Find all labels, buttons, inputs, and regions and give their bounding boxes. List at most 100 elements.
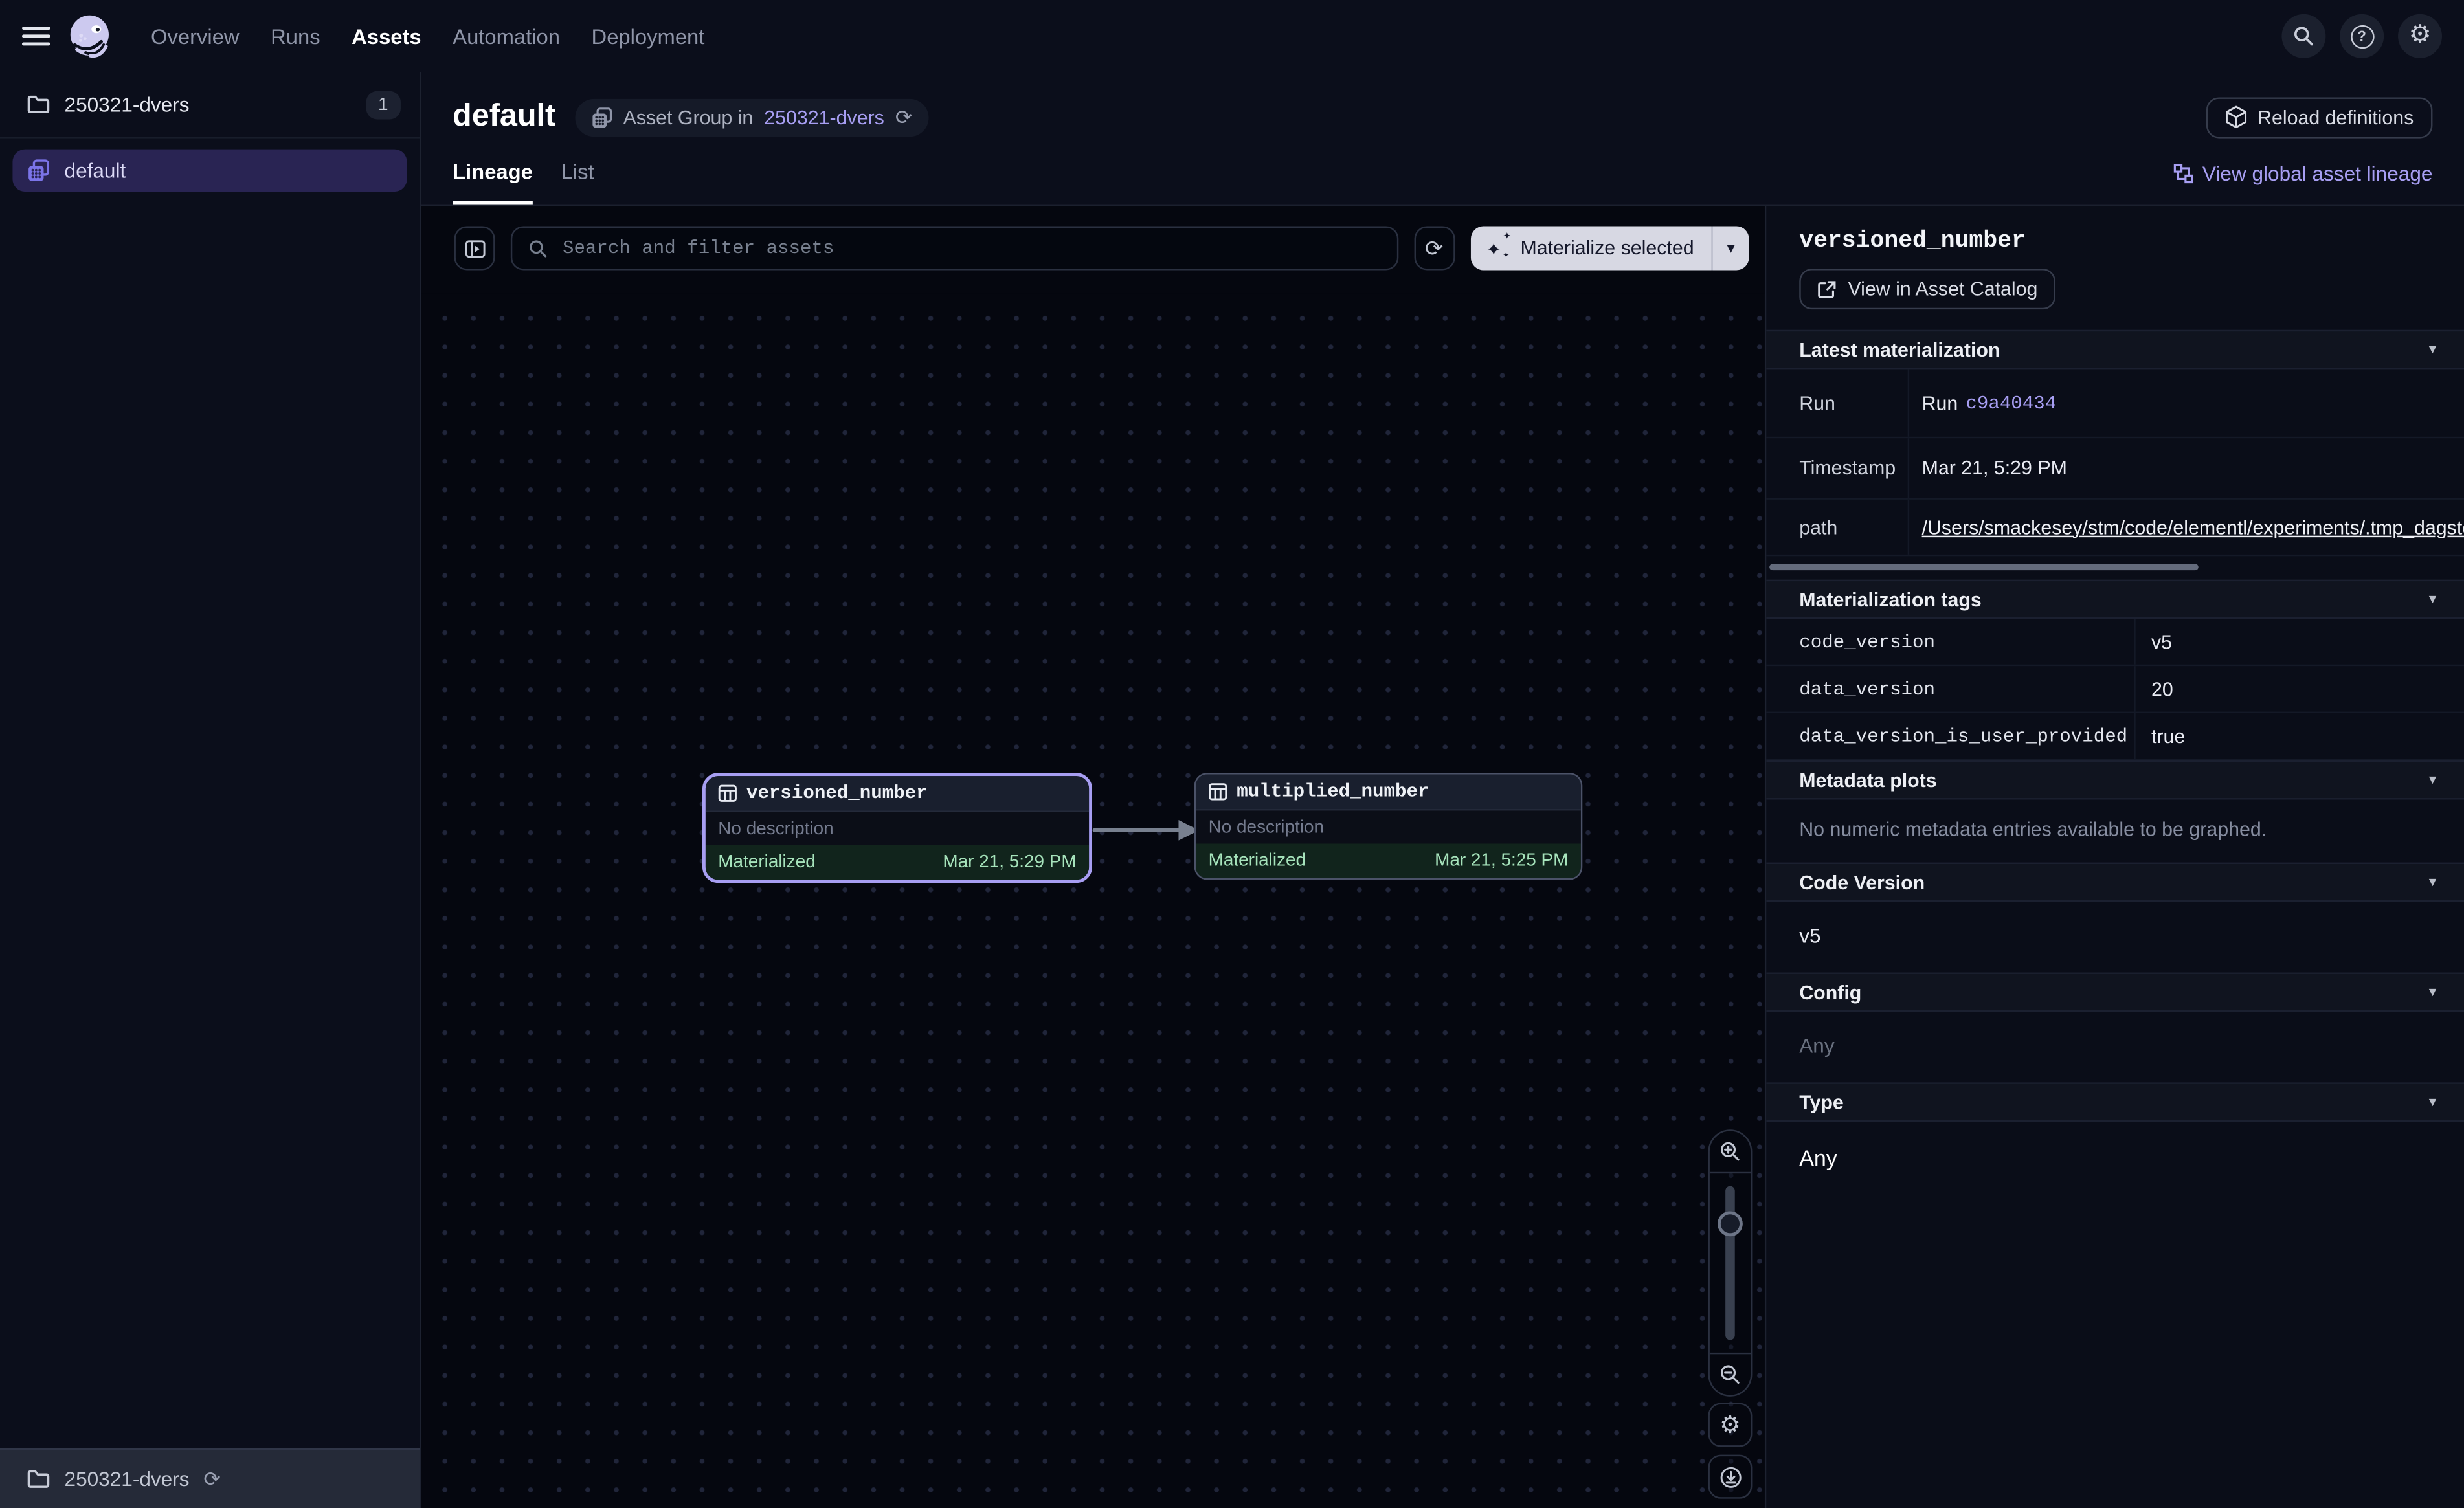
tag-row: data_version 20 [1766,666,2464,713]
table-icon [1209,782,1227,801]
caret-down-icon: ▼ [2426,875,2439,889]
section-heading: Code Version [1799,871,1925,893]
row-key: Timestamp [1766,438,1909,498]
edge-arrow [1092,804,1202,855]
caret-down-icon: ▼ [2426,1095,2439,1109]
nav-item-automation[interactable]: Automation [437,25,576,48]
zoom-slider-thumb[interactable] [1718,1211,1743,1236]
tag-value: true [2136,713,2464,759]
code-location-reload-icon [2224,105,2246,129]
download-graph-button[interactable] [1708,1455,1752,1499]
asset-node-versioned-number[interactable]: versioned_number No description Material… [702,773,1092,883]
view-global-asset-lineage-label: View global asset lineage [2202,161,2433,184]
collapse-sidebar-button[interactable] [454,227,495,271]
section-type[interactable]: Type ▼ [1766,1082,2464,1122]
metadata-plots-empty-text: No numeric metadata entries available to… [1766,799,2464,862]
zoom-out-button[interactable] [1710,1353,1751,1395]
asset-group-badge: Asset Group in 250321-dvers ⟳ [574,98,928,136]
code-location-label: 250321-dvers [65,1467,190,1491]
tag-row: code_version v5 [1766,619,2464,666]
nav-item-assets[interactable]: Assets [336,25,437,48]
code-version-value: v5 [1766,902,2464,972]
search-input[interactable] [559,236,1380,261]
tag-value: 20 [2136,666,2464,711]
materialize-selected-button[interactable]: ✦ ✦ ✦ Materialize selected ▾ [1470,227,1749,271]
section-heading: Materialization tags [1799,588,1982,610]
folder-icon [27,1469,50,1490]
tag-key: data_version [1766,666,2135,711]
timestamp-value: Mar 21, 5:29 PM [1909,438,2464,498]
section-metadata-plots[interactable]: Metadata plots ▼ [1766,760,2464,800]
horizontal-scrollbar[interactable] [1769,564,2199,570]
sidebar-item-label: default [65,159,126,182]
asset-node-status: Materialized [718,853,815,872]
asset-group-icon [590,106,612,128]
materialize-dropdown-button[interactable]: ▾ [1711,227,1749,271]
refresh-icon[interactable]: ⟳ [203,1469,220,1490]
table-row: Run Run c9a40434 [1766,369,2464,438]
config-value: Any [1766,1012,2464,1082]
refresh-icon: ⟳ [1425,238,1443,260]
badge-group-link[interactable]: 250321-dvers [764,106,884,128]
panel-toggle-icon [464,238,485,259]
tag-key: code_version [1766,619,2135,664]
nav-item-overview[interactable]: Overview [135,25,255,48]
caret-down-icon: ▼ [2426,592,2439,606]
lineage-graph-icon [2173,162,2193,183]
section-config[interactable]: Config ▼ [1766,972,2464,1012]
asset-node-name: multiplied_number [1237,781,1429,803]
asset-node-multiplied-number[interactable]: multiplied_number No description Materia… [1194,773,1583,880]
zoom-out-icon [1719,1364,1741,1386]
zoom-in-icon [1719,1140,1741,1162]
menu-icon[interactable] [22,27,50,45]
section-materialization-tags[interactable]: Materialization tags ▼ [1766,580,2464,619]
caret-down-icon: ▼ [2426,342,2439,357]
help-button[interactable]: ? [2340,14,2384,58]
asset-node-timestamp: Mar 21, 5:29 PM [943,853,1076,872]
zoom-in-button[interactable] [1710,1131,1751,1174]
zoom-slider [1710,1173,1751,1353]
table-row: path /Users/smackesey/stm/code/elementl/… [1766,500,2464,556]
asset-node-description: No description [706,812,1089,845]
view-global-asset-lineage-link[interactable]: View global asset lineage [2173,161,2433,184]
tag-value: v5 [2136,619,2464,664]
path-link[interactable]: /Users/smackesey/stm/code/elementl/exper… [1922,516,2464,538]
page-header: default Asset Group in 250321-dvers ⟳ [421,72,2464,142]
asset-node-description: No description [1196,810,1581,843]
nav-actions: ? ⚙ [2281,14,2442,58]
tab-list[interactable]: List [561,141,594,204]
tag-row: data_version_is_user_provided true [1766,713,2464,760]
reload-definitions-button[interactable]: Reload definitions [2206,96,2432,137]
section-code-version[interactable]: Code Version ▼ [1766,863,2464,902]
section-heading: Metadata plots [1799,769,1936,791]
help-icon: ? [2350,25,2373,48]
settings-button[interactable]: ⚙ [2398,14,2442,58]
page-title: default [453,99,555,135]
lineage-toolbar: ⟳ ✦ ✦ ✦ Materialize selected [454,227,1749,271]
nav-item-runs[interactable]: Runs [255,25,336,48]
refresh-icon[interactable]: ⟳ [895,107,912,128]
main-area: default Asset Group in 250321-dvers ⟳ [421,72,2464,1508]
run-id-link[interactable]: c9a40434 [1966,392,2056,414]
app-window: Overview Runs Assets Automation Deployme… [0,0,2464,1508]
graph-settings-button[interactable]: ⚙ [1708,1403,1752,1447]
nav-item-deployment[interactable]: Deployment [576,25,720,48]
sidebar-group-row[interactable]: 250321-dvers 1 [0,72,420,139]
section-latest-materialization[interactable]: Latest materialization ▼ [1766,330,2464,370]
sparkle-icon: ✦ ✦ ✦ [1488,238,1510,260]
view-in-asset-catalog-label: View in Asset Catalog [1848,278,2037,300]
refresh-graph-button[interactable]: ⟳ [1413,227,1454,271]
sidebar-item-default[interactable]: default [12,150,407,192]
external-link-icon [1817,279,1837,300]
sidebar-group-label: 250321-dvers [65,93,190,116]
panel-asset-title: versioned_number [1799,228,2436,254]
run-prefix: Run [1922,392,1958,414]
tab-lineage[interactable]: Lineage [453,141,533,204]
zoom-controls [1708,1129,1752,1397]
type-value: Any [1766,1122,2464,1199]
zoom-slider-track [1725,1186,1735,1340]
asset-node-timestamp: Mar 21, 5:25 PM [1435,852,1568,870]
lineage-canvas[interactable]: ⟳ ✦ ✦ ✦ Materialize selected [421,206,1765,1508]
search-button[interactable] [2281,14,2325,58]
view-in-asset-catalog-button[interactable]: View in Asset Catalog [1799,269,2055,309]
